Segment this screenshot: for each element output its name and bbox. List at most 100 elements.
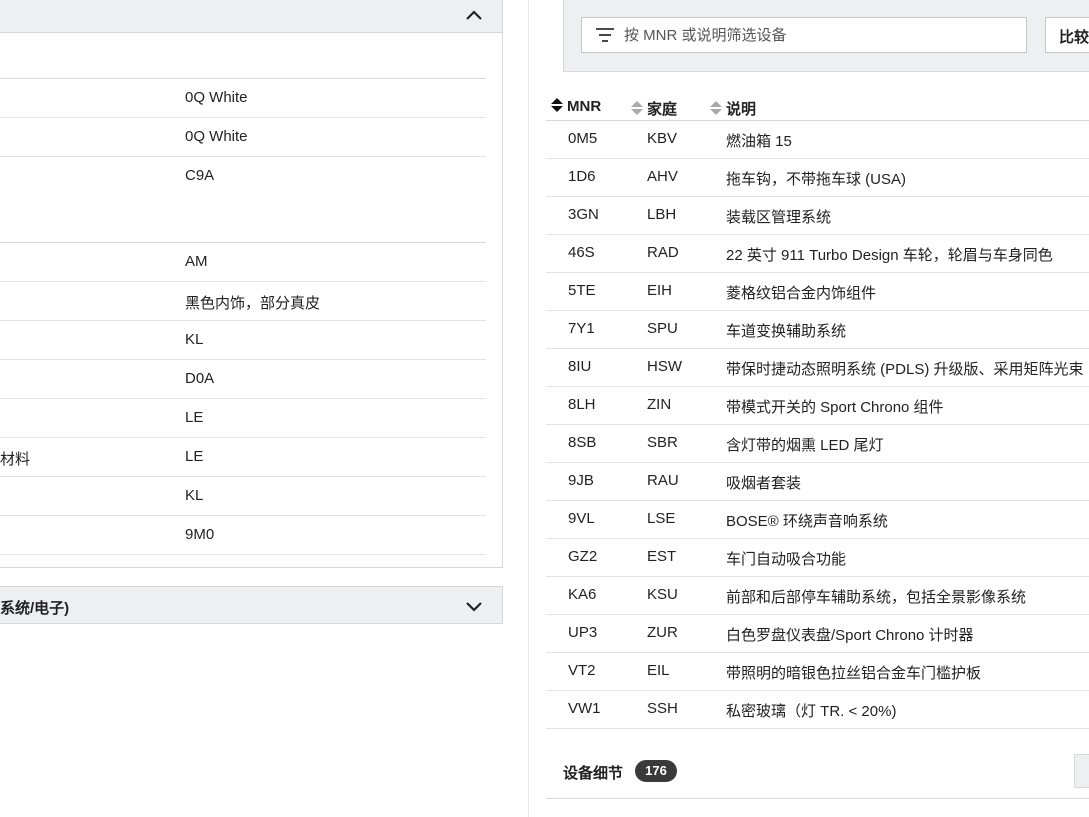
cell-family: SBR [647, 434, 678, 451]
cell-description: 含灯带的烟熏 LED 尾灯 [726, 437, 884, 454]
table-row[interactable]: VW1 SSH 私密玻璃（灯 TR. < 20%) [546, 691, 1089, 729]
cell-description: 车道变换辅助系统 [726, 323, 847, 340]
spec-row: KL [0, 477, 486, 516]
table-row[interactable]: 8IU HSW 带保时捷动态照明系统 (PDLS) 升级版、采用矩阵光束 [546, 349, 1089, 387]
cell-mnr: 1D6 [568, 168, 596, 185]
cell-mnr: VT2 [568, 662, 596, 679]
count-badge: 176 [635, 760, 677, 782]
cell-mnr: 3GN [568, 206, 599, 223]
cell-description: 吸烟者套装 [726, 475, 802, 492]
compare-button[interactable]: 比较 [1045, 17, 1089, 53]
cell-family: EIL [647, 662, 670, 679]
sort-active-icon [551, 98, 563, 112]
chevron-down-icon[interactable] [464, 596, 484, 616]
cell-family: ZUR [647, 624, 678, 641]
column-header-family-label: 家庭 [647, 101, 678, 118]
cell-family: RAD [647, 244, 679, 261]
chevron-up-icon[interactable] [464, 6, 484, 26]
spec-value: C9A [185, 167, 215, 184]
table-row[interactable]: 5TE EIH 菱格纹铝合金内饰组件 [546, 273, 1089, 311]
table-row[interactable]: 8LH ZIN 带模式开关的 Sport Chrono 组件 [546, 387, 1089, 425]
cell-family: KBV [647, 130, 678, 147]
column-header-mnr[interactable]: MNR [551, 98, 601, 115]
spec-panel: 0Q White 0Q White C9A AM 黑色内饰，部分真皮 KL D0A LE 材料 L… [0, 0, 503, 568]
spec-value: 0Q White [185, 89, 248, 106]
filter-icon [596, 28, 614, 42]
cell-description: 装载区管理系统 [726, 209, 832, 226]
table-row[interactable]: VT2 EIL 带照明的暗银色拉丝铝合金车门槛护板 [546, 653, 1089, 691]
spec-row: D0A [0, 360, 486, 399]
cell-mnr: KA6 [568, 586, 597, 603]
cell-description: 拖车钩，不带拖车球 (USA) [726, 171, 907, 188]
cell-mnr: 5TE [568, 282, 596, 299]
table-row[interactable]: 1D6 AHV 拖车钩，不带拖车球 (USA) [546, 159, 1089, 197]
spec-row: 黑色内饰，部分真皮 [0, 282, 486, 321]
table-header: MNR 家庭 说明 [546, 96, 1089, 121]
spec-value: LE [185, 409, 204, 426]
table-row[interactable]: 3GN LBH 装载区管理系统 [546, 197, 1089, 235]
cell-family: LSE [647, 510, 676, 527]
spec-row: C9A [0, 157, 486, 243]
cell-description: 22 英寸 911 Turbo Design 车轮，轮眉与车身同色 [726, 247, 1053, 264]
equipment-details-header[interactable]: 设备细节 176 [546, 750, 1089, 799]
table-row[interactable]: 9VL LSE BOSE® 环绕声音响系统 [546, 501, 1089, 539]
spec-row: KL [0, 321, 486, 360]
filter-field[interactable] [581, 17, 1027, 53]
cell-family: HSW [647, 358, 682, 375]
spec-list: 0Q White 0Q White C9A AM 黑色内饰，部分真皮 KL D0A LE 材料 L… [0, 79, 502, 555]
cell-family: EIH [647, 282, 673, 299]
cell-family: KSU [647, 586, 678, 603]
filter-input[interactable] [624, 18, 1019, 52]
spec-row: 0Q White [0, 79, 486, 118]
equipment-table: 0M5 KBV 燃油箱 15 1D6 AHV 拖车钩，不带拖车球 (USA) 3GN LBH 装… [546, 121, 1089, 729]
cell-description: 燃油箱 15 [726, 133, 792, 150]
cell-family: EST [647, 548, 677, 565]
cell-description: 菱格纹铝合金内饰组件 [726, 285, 877, 302]
cell-mnr: GZ2 [568, 548, 598, 565]
cell-description: 前部和后部停车辅助系统，包括全景影像系统 [726, 589, 1027, 606]
spec-panel-header[interactable] [0, 0, 502, 33]
cell-mnr: UP3 [568, 624, 598, 641]
cell-mnr: 8SB [568, 434, 597, 451]
spec-row: AM [0, 243, 486, 282]
column-header-description[interactable]: 说明 [710, 98, 756, 119]
spec-value: 黑色内饰，部分真皮 [185, 295, 321, 312]
table-row[interactable]: 9JB RAU 吸烟者套装 [546, 463, 1089, 501]
spec-row: 9M0 [0, 516, 486, 555]
cell-mnr: 0M5 [568, 130, 598, 147]
cell-mnr: 8IU [568, 358, 592, 375]
cell-description: 白色罗盘仪表盘/Sport Chrono 计时器 [726, 627, 974, 644]
table-row[interactable]: 7Y1 SPU 车道变换辅助系统 [546, 311, 1089, 349]
cell-family: ZIN [647, 396, 672, 413]
collapsed-section-header[interactable]: 系统/电子) [0, 586, 503, 624]
table-row[interactable]: 0M5 KBV 燃油箱 15 [546, 121, 1089, 159]
spec-row: LE [0, 399, 486, 438]
column-divider [528, 0, 529, 817]
cell-family: SPU [647, 320, 678, 337]
table-row[interactable]: GZ2 EST 车门自动吸合功能 [546, 539, 1089, 577]
spec-value: KL [185, 331, 204, 348]
table-row[interactable]: 46S RAD 22 英寸 911 Turbo Design 车轮，轮眉与车身同色 [546, 235, 1089, 273]
table-row[interactable]: UP3 ZUR 白色罗盘仪表盘/Sport Chrono 计时器 [546, 615, 1089, 653]
cell-family: SSH [647, 700, 678, 717]
table-row[interactable]: 8SB SBR 含灯带的烟熏 LED 尾灯 [546, 425, 1089, 463]
cell-family: AHV [647, 168, 678, 185]
equipment-details-title: 设备细节 [563, 765, 624, 782]
cell-mnr: 8LH [568, 396, 596, 413]
column-header-family[interactable]: 家庭 [631, 98, 677, 119]
expand-details-button[interactable] [1074, 754, 1089, 788]
table-row[interactable]: KA6 KSU 前部和后部停车辅助系统，包括全景影像系统 [546, 577, 1089, 615]
spec-value: 9M0 [185, 526, 215, 543]
spec-value: 0Q White [185, 128, 248, 145]
cell-mnr: 7Y1 [568, 320, 595, 337]
cell-description: 车门自动吸合功能 [726, 551, 847, 568]
spec-value: KL [185, 487, 204, 504]
column-header-description-label: 说明 [726, 101, 757, 118]
cell-family: RAU [647, 472, 679, 489]
column-header-mnr-label: MNR [567, 98, 602, 115]
spec-row: 0Q White [0, 118, 486, 157]
filter-panel: 比较 [563, 0, 1089, 72]
collapsed-section-title: 系统/电子) [0, 600, 70, 617]
cell-mnr: 9JB [568, 472, 594, 489]
spec-value: AM [185, 253, 208, 270]
